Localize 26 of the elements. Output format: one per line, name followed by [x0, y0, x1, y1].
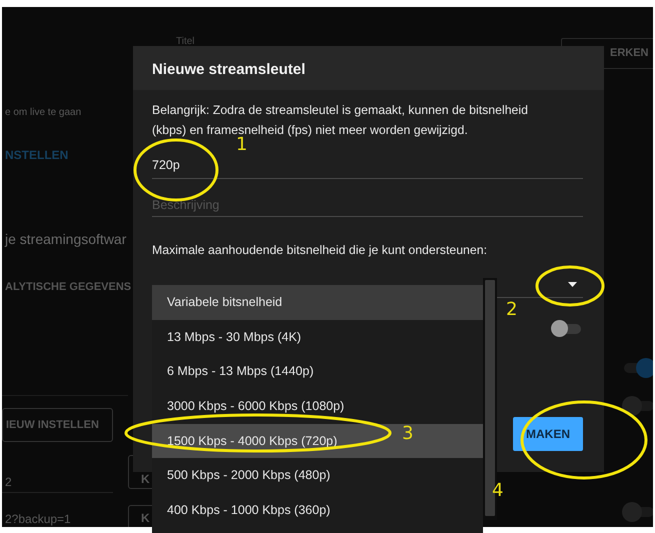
toggle-switch[interactable] [622, 502, 653, 522]
bitrate-label: Maximale aanhoudende bitsnelheid die je kunt ondersteunen: [152, 242, 488, 259]
annotation-number: 2 [506, 299, 518, 320]
notice-text: Belangrijk: Zodra de streamsleutel is gemaakt, kunnen de bitsnelheid (kbps) en framesnelheid (fps) niet meer worden gewijzigd. [152, 102, 529, 137]
dialog-title: Nieuwe streamsleutel [133, 46, 604, 90]
dropdown-option[interactable]: 13 Mbps - 30 Mbps (4K) [152, 320, 483, 354]
dropdown-option[interactable]: 400 Kbps - 1000 Kbps (360p) [152, 493, 483, 528]
url-text: 2?backup=1 [5, 511, 71, 527]
section-heading: je streamingsoftwar [5, 230, 126, 249]
url-text: 2 [5, 474, 12, 491]
dropdown-option[interactable]: 500 Kbps - 2000 Kbps (480p) [152, 458, 483, 494]
toggle-switch[interactable] [551, 320, 583, 338]
field-label: Titel [176, 35, 195, 49]
hint-text: e om live te gaan [5, 106, 82, 120]
annotation-number: 1 [236, 134, 248, 155]
dropdown-option[interactable]: Variabele bitsnelheid [152, 285, 483, 320]
dropdown-option[interactable]: 3000 Kbps - 6000 Kbps (1080p) [152, 389, 483, 424]
create-button[interactable]: MAKEN [513, 417, 583, 452]
name-field[interactable]: 720p [152, 152, 583, 179]
annotation-number: 3 [402, 423, 414, 444]
dropdown-caret-icon[interactable] [568, 282, 577, 287]
annotation-number: 4 [492, 480, 504, 501]
toggle-switch[interactable] [622, 358, 653, 378]
toggle-switch[interactable] [622, 396, 653, 416]
annotation-ellipse [536, 266, 604, 306]
dropdown-option[interactable]: 6 Mbps - 13 Mbps (1440p) [152, 354, 483, 390]
